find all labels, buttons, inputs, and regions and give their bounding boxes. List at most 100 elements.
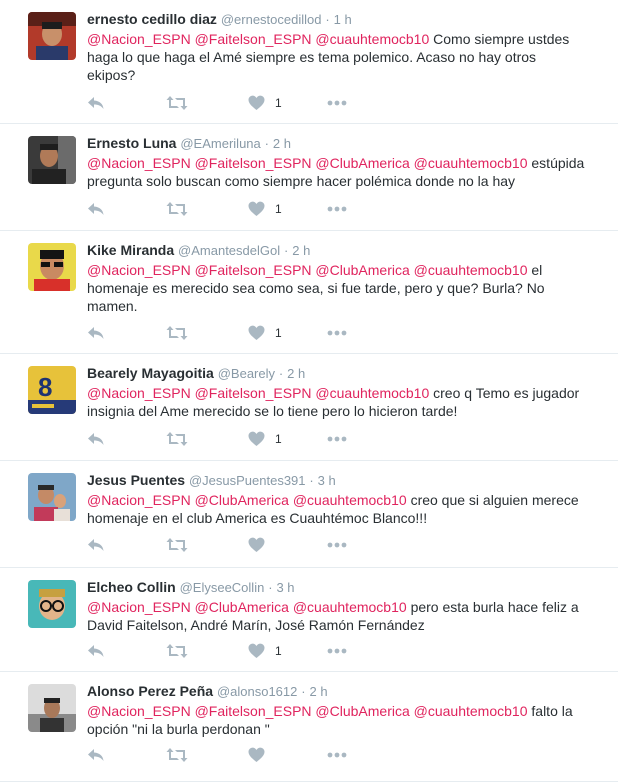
mentions[interactable]: @Nacion_ESPN @Faitelson_ESPN @cuauhtemoc… [87, 31, 429, 47]
tweet-item[interactable]: Elcheo Collin @ElyseeCollin · 3 h @Nacion… [0, 568, 618, 672]
tweet-header: Bearely Mayagoitia @Bearely · 2 h [87, 364, 305, 383]
retweet-icon [166, 431, 188, 447]
tweet-item[interactable]: 8 Bearely Mayagoitia @Bearely · 2 h @Nacio… [0, 354, 618, 461]
reply-button[interactable] [87, 200, 105, 218]
more-button[interactable] [327, 746, 347, 764]
like-button[interactable]: 1 [248, 200, 282, 218]
user-name[interactable]: Kike Miranda [87, 242, 174, 258]
mentions[interactable]: @Nacion_ESPN @ClubAmerica @cuauhtemocb10 [87, 492, 407, 508]
tweet-item[interactable]: Alonso Perez Peña @alonso1612 · 2 h @Naci… [0, 672, 618, 782]
reply-icon [87, 747, 105, 763]
user-name[interactable]: Ernesto Luna [87, 135, 176, 151]
tweet-actions: 1 [87, 94, 387, 112]
tweet-item[interactable]: Kike Miranda @AmantesdelGol · 2 h @Nacion… [0, 231, 618, 354]
avatar[interactable] [28, 473, 76, 521]
tweet-header: Elcheo Collin @ElyseeCollin · 3 h [87, 578, 295, 597]
mentions[interactable]: @Nacion_ESPN @Faitelson_ESPN @cuauhtemoc… [87, 385, 429, 401]
retweet-button[interactable] [166, 746, 188, 764]
more-icon [327, 542, 347, 548]
like-button[interactable] [248, 536, 275, 554]
reply-button[interactable] [87, 430, 105, 448]
timestamp[interactable]: 3 h [318, 473, 336, 488]
tweet-header: Alonso Perez Peña @alonso1612 · 2 h [87, 682, 328, 701]
tweet-header: Kike Miranda @AmantesdelGol · 2 h [87, 241, 310, 260]
more-button[interactable] [327, 200, 347, 218]
more-button[interactable] [327, 324, 347, 342]
like-count: 1 [275, 202, 282, 216]
separator: · [309, 473, 314, 488]
tweet-header: ernesto cedillo diaz @ernestocedillod · … [87, 10, 352, 29]
like-button[interactable]: 1 [248, 430, 282, 448]
reply-button[interactable] [87, 536, 105, 554]
user-handle[interactable]: @Bearely [218, 366, 275, 381]
tweet-text: @Nacion_ESPN @ClubAmerica @cuauhtemocb10… [87, 598, 587, 634]
retweet-button[interactable] [166, 94, 188, 112]
tweet-item[interactable]: Jesus Puentes @JesusPuentes391 · 3 h @Nac… [0, 461, 618, 568]
reply-button[interactable] [87, 94, 105, 112]
mentions[interactable]: @Nacion_ESPN @ClubAmerica @cuauhtemocb10 [87, 599, 407, 615]
reply-button[interactable] [87, 642, 105, 660]
avatar[interactable] [28, 684, 76, 732]
timestamp[interactable]: 2 h [292, 243, 310, 258]
user-handle[interactable]: @ernestocedillod [221, 12, 322, 27]
timestamp[interactable]: 2 h [310, 684, 328, 699]
tweet-header: Ernesto Luna @EAmeriluna · 2 h [87, 134, 291, 153]
user-handle[interactable]: @AmantesdelGol [178, 243, 280, 258]
more-button[interactable] [327, 94, 347, 112]
user-name[interactable]: Alonso Perez Peña [87, 683, 213, 699]
user-name[interactable]: Elcheo Collin [87, 579, 176, 595]
more-icon [327, 100, 347, 106]
retweet-icon [166, 325, 188, 341]
like-button[interactable]: 1 [248, 642, 282, 660]
heart-icon [248, 537, 265, 553]
heart-icon [248, 431, 265, 447]
avatar[interactable] [28, 12, 76, 60]
timestamp[interactable]: 1 h [334, 12, 352, 27]
reply-icon [87, 431, 105, 447]
tweet-actions: 1 [87, 642, 387, 660]
separator: · [268, 580, 273, 595]
retweet-icon [166, 95, 188, 111]
user-handle[interactable]: @ElyseeCollin [180, 580, 265, 595]
like-button[interactable]: 1 [248, 94, 282, 112]
user-name[interactable]: Jesus Puentes [87, 472, 185, 488]
retweet-button[interactable] [166, 200, 188, 218]
svg-text:8: 8 [38, 372, 52, 402]
tweet-text: @Nacion_ESPN @Faitelson_ESPN @cuauhtemoc… [87, 30, 587, 84]
tweet-text: @Nacion_ESPN @Faitelson_ESPN @ClubAmeric… [87, 702, 587, 738]
like-button[interactable]: 1 [248, 324, 282, 342]
separator: · [284, 243, 289, 258]
reply-button[interactable] [87, 746, 105, 764]
mentions[interactable]: @Nacion_ESPN @Faitelson_ESPN @ClubAmeric… [87, 155, 528, 171]
reply-icon [87, 537, 105, 553]
reply-icon [87, 325, 105, 341]
more-icon [327, 330, 347, 336]
timestamp[interactable]: 2 h [273, 136, 291, 151]
separator: · [301, 684, 306, 699]
more-button[interactable] [327, 536, 347, 554]
more-button[interactable] [327, 642, 347, 660]
heart-icon [248, 95, 265, 111]
mentions[interactable]: @Nacion_ESPN @Faitelson_ESPN @ClubAmeric… [87, 703, 528, 719]
user-name[interactable]: ernesto cedillo diaz [87, 11, 217, 27]
more-button[interactable] [327, 430, 347, 448]
tweet-item[interactable]: Ernesto Luna @EAmeriluna · 2 h @Nacion_ES… [0, 124, 618, 231]
user-name[interactable]: Bearely Mayagoitia [87, 365, 214, 381]
retweet-button[interactable] [166, 536, 188, 554]
retweet-button[interactable] [166, 430, 188, 448]
user-handle[interactable]: @JesusPuentes391 [189, 473, 306, 488]
user-handle[interactable]: @alonso1612 [217, 684, 297, 699]
reply-button[interactable] [87, 324, 105, 342]
retweet-button[interactable] [166, 324, 188, 342]
tweet-item[interactable]: ernesto cedillo diaz @ernestocedillod · … [0, 0, 618, 124]
avatar[interactable] [28, 243, 76, 291]
avatar[interactable] [28, 580, 76, 628]
timestamp[interactable]: 2 h [287, 366, 305, 381]
avatar[interactable] [28, 136, 76, 184]
mentions[interactable]: @Nacion_ESPN @Faitelson_ESPN @ClubAmeric… [87, 262, 528, 278]
user-handle[interactable]: @EAmeriluna [180, 136, 260, 151]
retweet-button[interactable] [166, 642, 188, 660]
like-button[interactable] [248, 746, 275, 764]
timestamp[interactable]: 3 h [276, 580, 294, 595]
avatar[interactable]: 8 [28, 366, 76, 414]
